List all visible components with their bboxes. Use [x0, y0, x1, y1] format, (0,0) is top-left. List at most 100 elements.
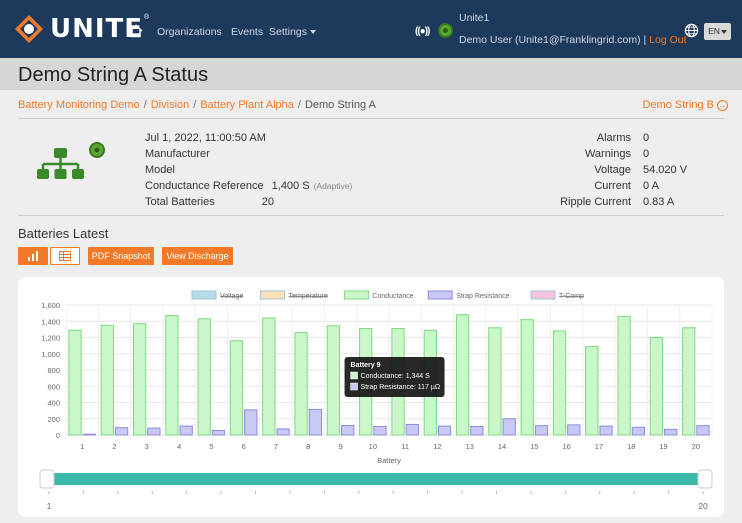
- conductance-bar[interactable]: [197, 318, 211, 436]
- title-band: Demo String A Status: [0, 58, 742, 90]
- conductance-bar[interactable]: [229, 340, 244, 436]
- x-tick-label: 15: [530, 442, 538, 451]
- y-tick-label: 200: [47, 415, 60, 424]
- strap-resistance-bar[interactable]: [696, 425, 710, 436]
- breadcrumb-battery-monitoring-demo[interactable]: Battery Monitoring Demo: [18, 99, 140, 111]
- conductance-bar[interactable]: [682, 327, 696, 436]
- y-tick-label: 1,200: [41, 334, 60, 343]
- strap-resistance-bar[interactable]: [276, 428, 290, 436]
- conductance-bar[interactable]: [552, 330, 567, 436]
- strap-resistance-bar[interactable]: [82, 433, 96, 436]
- tooltip-line: Strap Resistance: 117 µΩ: [361, 384, 441, 391]
- nav-organizations[interactable]: Organizations: [157, 26, 222, 38]
- globe-icon[interactable]: [684, 23, 699, 38]
- conductance-bar[interactable]: [520, 319, 534, 436]
- strap-resistance-bar[interactable]: [211, 430, 226, 436]
- warnings-value: 0: [643, 148, 650, 160]
- conductance-bar[interactable]: [455, 314, 470, 436]
- strap-resistance-bar[interactable]: [567, 424, 581, 436]
- strap-resistance-bar[interactable]: [179, 425, 193, 436]
- strap-resistance-bar[interactable]: [631, 426, 646, 436]
- conductance-bar[interactable]: [165, 315, 179, 436]
- breadcrumb-separator: /: [143, 99, 147, 111]
- conductance-bar[interactable]: [617, 315, 631, 436]
- strap-resistance-bar[interactable]: [470, 425, 484, 436]
- conductance-bar[interactable]: [294, 332, 308, 436]
- x-tick-label: 6: [242, 442, 246, 451]
- legend-swatch[interactable]: [343, 290, 369, 300]
- strap-resistance-bar[interactable]: [664, 428, 678, 436]
- conductance-bar[interactable]: [649, 337, 664, 436]
- breadcrumb-battery-plant-alpha[interactable]: Battery Plant Alpha: [200, 99, 294, 111]
- x-tick-label: 2: [112, 442, 116, 451]
- user-email: Demo User (Unite1@Franklingrid.com) |: [459, 34, 650, 46]
- strap-resistance-bar[interactable]: [373, 425, 387, 436]
- y-tick-label: 400: [47, 399, 60, 408]
- legend-label[interactable]: Temperature: [289, 293, 328, 300]
- strap-resistance-bar[interactable]: [147, 427, 161, 436]
- breadcrumb-division[interactable]: Division: [151, 99, 190, 111]
- total-batteries-label: Total Batteries: [145, 196, 215, 208]
- x-tick-label: 4: [177, 442, 181, 451]
- conductance-bar[interactable]: [488, 327, 502, 436]
- legend-label[interactable]: Strap Resistance: [456, 293, 509, 300]
- nav-events[interactable]: Events: [231, 26, 263, 38]
- next-string-link[interactable]: Demo String B →: [642, 99, 728, 111]
- arrow-right-circle-icon: →: [717, 99, 728, 111]
- conductance-bar[interactable]: [100, 324, 114, 436]
- range-slider-max-handle[interactable]: [697, 469, 713, 489]
- strap-resistance-bar[interactable]: [341, 424, 355, 436]
- string-metrics-labels: Alarms Warnings Voltage Current Ripple C…: [520, 130, 631, 210]
- pdf-snapshot-button[interactable]: PDF Snapshot: [88, 247, 154, 265]
- batteries-bar-chart: 0 200 400 600 800 1,000 1,200 1,400 1,600 Voltage…: [39, 290, 713, 511]
- x-tick-label: 7: [274, 442, 278, 451]
- strap-resistance-bar[interactable]: [534, 425, 549, 436]
- divider: [18, 118, 724, 119]
- strap-resistance-bar[interactable]: [405, 423, 419, 436]
- conductance-bar[interactable]: [326, 325, 341, 436]
- conductance-reference-row: Conductance Reference 1,400 S (Adaptive): [145, 178, 352, 194]
- legend-label[interactable]: Voltage: [220, 293, 243, 300]
- nav-settings-dropdown[interactable]: Settings: [269, 26, 316, 38]
- range-slider-min-handle[interactable]: [39, 469, 55, 489]
- view-discharge-button[interactable]: View Discharge: [162, 247, 233, 265]
- home-icon[interactable]: [129, 24, 143, 38]
- legend-label[interactable]: T-Comp: [559, 293, 584, 300]
- conductance-bar[interactable]: [585, 345, 599, 436]
- legend-label[interactable]: Conductance: [372, 293, 413, 300]
- conductance-bar[interactable]: [68, 329, 82, 436]
- chevron-down-icon: [720, 29, 727, 34]
- legend-swatch[interactable]: [530, 290, 556, 300]
- table-view-button[interactable]: [50, 247, 80, 265]
- logout-link[interactable]: Log Out: [649, 34, 686, 46]
- conductance-reference-label: Conductance Reference: [145, 180, 264, 192]
- x-tick-label: 3: [145, 442, 149, 451]
- next-string-label: Demo String B: [642, 99, 714, 111]
- breadcrumb-current: Demo String A: [304, 99, 376, 111]
- alarms-label: Alarms: [596, 132, 631, 144]
- language-dropdown[interactable]: EN: [704, 23, 731, 40]
- total-batteries-value: 20: [261, 196, 274, 208]
- last-updated: Jul 1, 2022, 11:00:50 AM: [145, 132, 266, 144]
- x-tick-label: 13: [466, 442, 474, 451]
- chart-view-button[interactable]: [18, 247, 48, 265]
- strap-resistance-bar[interactable]: [308, 408, 323, 436]
- conductance-bar[interactable]: [262, 317, 276, 436]
- x-axis-label: Battery: [377, 456, 401, 465]
- strap-resistance-bar[interactable]: [502, 418, 516, 436]
- x-tick-label: 18: [627, 442, 635, 451]
- strap-resistance-bar[interactable]: [437, 425, 452, 436]
- tooltip-swatch: [350, 382, 358, 391]
- legend-swatch[interactable]: [427, 290, 453, 300]
- strap-resistance-bar[interactable]: [114, 427, 129, 436]
- warnings-label: Warnings: [584, 148, 631, 160]
- legend-swatch[interactable]: [260, 290, 286, 300]
- strap-resistance-bar[interactable]: [244, 409, 258, 436]
- conductance-bar[interactable]: [132, 323, 147, 436]
- breadcrumb-separator: /: [193, 99, 197, 111]
- strap-resistance-bar[interactable]: [599, 425, 613, 436]
- batteries-chart-card: 0 200 400 600 800 1,000 1,200 1,400 1,600 Voltage…: [18, 277, 724, 517]
- range-slider-track[interactable]: [48, 473, 704, 485]
- legend-swatch[interactable]: [191, 290, 217, 300]
- nav-settings-label: Settings: [269, 26, 307, 38]
